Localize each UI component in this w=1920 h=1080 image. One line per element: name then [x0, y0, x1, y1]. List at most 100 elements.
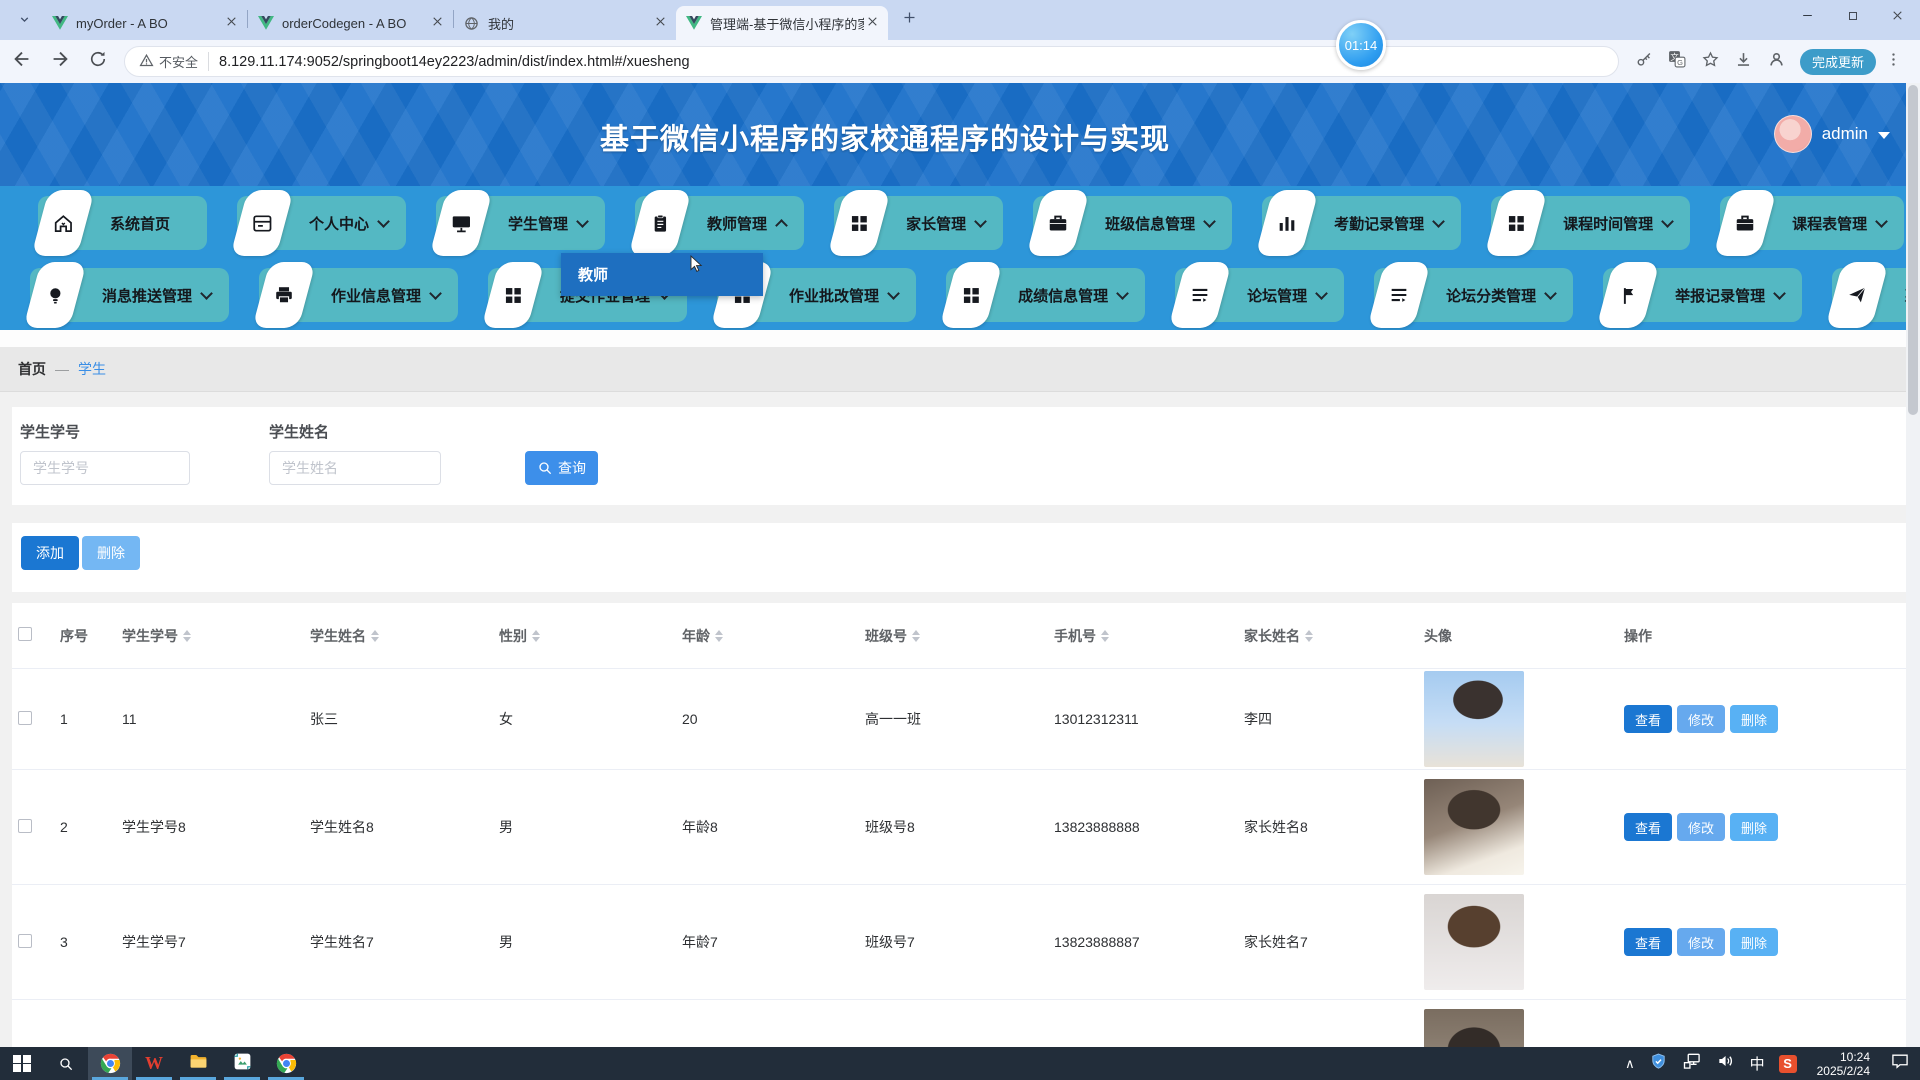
admin-menu[interactable]: admin	[1774, 115, 1890, 153]
browser-menu-button[interactable]	[1885, 49, 1901, 75]
grid-icon	[827, 190, 891, 256]
nav-item-message-push-mgmt[interactable]: 消息推送管理	[30, 268, 229, 322]
downloads-button[interactable]	[1730, 49, 1756, 75]
row-checkbox[interactable]	[18, 934, 32, 948]
row-checkbox[interactable]	[18, 711, 32, 725]
sort-control[interactable]	[1101, 630, 1109, 642]
taskbar-search-button[interactable]	[44, 1047, 88, 1080]
nav-item-course-time-mgmt[interactable]: 课程时间管理	[1491, 196, 1690, 250]
browser-tab-3[interactable]: 我的	[454, 6, 676, 40]
search-button[interactable]: 查询	[525, 451, 598, 485]
forward-button[interactable]	[44, 46, 76, 78]
tab-search-button[interactable]	[10, 7, 38, 35]
taskbar-screenshot-tool[interactable]	[220, 1047, 264, 1080]
taskbar-clock[interactable]: 10:24 2025/2/24	[1817, 1050, 1870, 1078]
nav-item-personal-center[interactable]: 个人中心	[237, 196, 406, 250]
taskbar-wps[interactable]: W	[132, 1047, 176, 1080]
tray-expand-button[interactable]: ∧	[1625, 1056, 1635, 1072]
submenu-item-teacher[interactable]: 教师	[561, 264, 608, 285]
tab-close-icon[interactable]	[223, 15, 239, 31]
reload-button[interactable]	[82, 46, 114, 78]
browser-tab-2[interactable]: orderCodegen - A BO	[248, 6, 453, 40]
browser-tab-1[interactable]: myOrder - A BO	[42, 6, 247, 40]
browser-tab-active[interactable]: 管理端-基于微信小程序的家校	[676, 6, 888, 40]
row-delete-button[interactable]: 删除	[1730, 705, 1778, 733]
chevron-down-icon	[200, 287, 213, 300]
nav-item-forum-mgmt[interactable]: 论坛管理	[1175, 268, 1344, 322]
nav-item-attendance-mgmt[interactable]: 考勤记录管理	[1262, 196, 1461, 250]
wps-icon: W	[145, 1053, 163, 1074]
window-minimize-button[interactable]	[1785, 0, 1830, 34]
sort-control[interactable]	[183, 630, 191, 642]
search-form-panel: 学生学号 学生姓名 查询	[12, 407, 1908, 505]
select-all-checkbox[interactable]	[18, 627, 32, 641]
bookmark-button[interactable]	[1697, 49, 1723, 75]
sort-control[interactable]	[1305, 630, 1313, 642]
start-button[interactable]	[0, 1047, 44, 1080]
view-button[interactable]: 查看	[1624, 705, 1672, 733]
sort-control[interactable]	[532, 630, 540, 642]
nav-item-grade-info-mgmt[interactable]: 成绩信息管理	[946, 268, 1145, 322]
reload-icon	[88, 49, 108, 74]
input-method-indicator[interactable]: 中	[1750, 1053, 1765, 1074]
antivirus-shield-icon[interactable]	[1649, 1052, 1668, 1076]
nav-item-class-info-mgmt[interactable]: 班级信息管理	[1033, 196, 1232, 250]
back-icon	[11, 48, 33, 75]
sort-control[interactable]	[715, 630, 723, 642]
sort-control[interactable]	[912, 630, 920, 642]
student-id-input[interactable]	[20, 451, 190, 485]
sort-control[interactable]	[371, 630, 379, 642]
tab-close-icon[interactable]	[864, 15, 880, 31]
window-maximize-button[interactable]	[1830, 0, 1875, 34]
action-center-button[interactable]	[1890, 1051, 1910, 1076]
network-icon[interactable]	[1682, 1051, 1702, 1076]
taskbar-chrome-2[interactable]	[264, 1047, 308, 1080]
nav-item-report-record-mgmt[interactable]: 举报记录管理	[1603, 268, 1802, 322]
taskbar-chrome-active[interactable]	[88, 1047, 132, 1080]
recording-timer-badge[interactable]: 01:14	[1336, 20, 1386, 70]
profile-button[interactable]	[1763, 49, 1789, 75]
nav-item-teacher-mgmt[interactable]: 教师管理	[635, 196, 804, 250]
row-delete-button[interactable]: 删除	[1730, 928, 1778, 956]
browser-update-button[interactable]: 完成更新	[1800, 49, 1876, 75]
new-tab-button[interactable]	[896, 7, 922, 33]
taskbar-file-explorer[interactable]	[176, 1047, 220, 1080]
kebab-icon	[1885, 51, 1902, 73]
nav-item-home[interactable]: 系统首页	[38, 196, 207, 250]
nav-item-forum-category-mgmt[interactable]: 论坛分类管理	[1374, 268, 1573, 322]
edit-button[interactable]: 修改	[1677, 813, 1725, 841]
sogou-input-icon[interactable]: S	[1779, 1055, 1797, 1073]
site-security-chip[interactable]: 不安全	[139, 52, 209, 71]
nav-item-homework-info-mgmt[interactable]: 作业信息管理	[259, 268, 458, 322]
monitor-icon	[429, 190, 493, 256]
delete-button[interactable]: 删除	[82, 536, 140, 570]
view-button[interactable]: 查看	[1624, 928, 1672, 956]
volume-icon[interactable]	[1716, 1051, 1736, 1076]
page-scrollbar[interactable]	[1906, 83, 1920, 1047]
browser-toolbar: 不安全 8.129.11.174:9052/springboot14ey2223…	[0, 40, 1920, 83]
chevron-down-icon	[1878, 132, 1890, 139]
window-controls	[1785, 0, 1920, 34]
nav-item-student-mgmt[interactable]: 学生管理	[436, 196, 605, 250]
student-name-input[interactable]	[269, 451, 441, 485]
row-delete-button[interactable]: 删除	[1730, 813, 1778, 841]
nav-item-parent-mgmt[interactable]: 家长管理	[834, 196, 1003, 250]
tab-close-icon[interactable]	[429, 15, 445, 31]
tab-close-icon[interactable]	[652, 15, 668, 31]
add-button[interactable]: 添加	[21, 536, 79, 570]
translate-button[interactable]: 文G	[1664, 49, 1690, 75]
back-button[interactable]	[6, 46, 38, 78]
scrollbar-thumb[interactable]	[1908, 85, 1918, 415]
tab-title: orderCodegen - A BO	[282, 16, 429, 31]
nav-item-timetable-mgmt[interactable]: 课程表管理	[1720, 196, 1904, 250]
edit-button[interactable]: 修改	[1677, 705, 1725, 733]
password-key-button[interactable]	[1631, 49, 1657, 75]
row-checkbox[interactable]	[18, 819, 32, 833]
breadcrumb-home[interactable]: 首页	[18, 359, 46, 379]
view-button[interactable]: 查看	[1624, 813, 1672, 841]
breadcrumb-current[interactable]: 学生	[78, 359, 106, 379]
student-avatar	[1424, 1009, 1524, 1047]
address-bar[interactable]: 不安全 8.129.11.174:9052/springboot14ey2223…	[124, 46, 1619, 77]
edit-button[interactable]: 修改	[1677, 928, 1725, 956]
window-close-button[interactable]	[1875, 0, 1920, 34]
